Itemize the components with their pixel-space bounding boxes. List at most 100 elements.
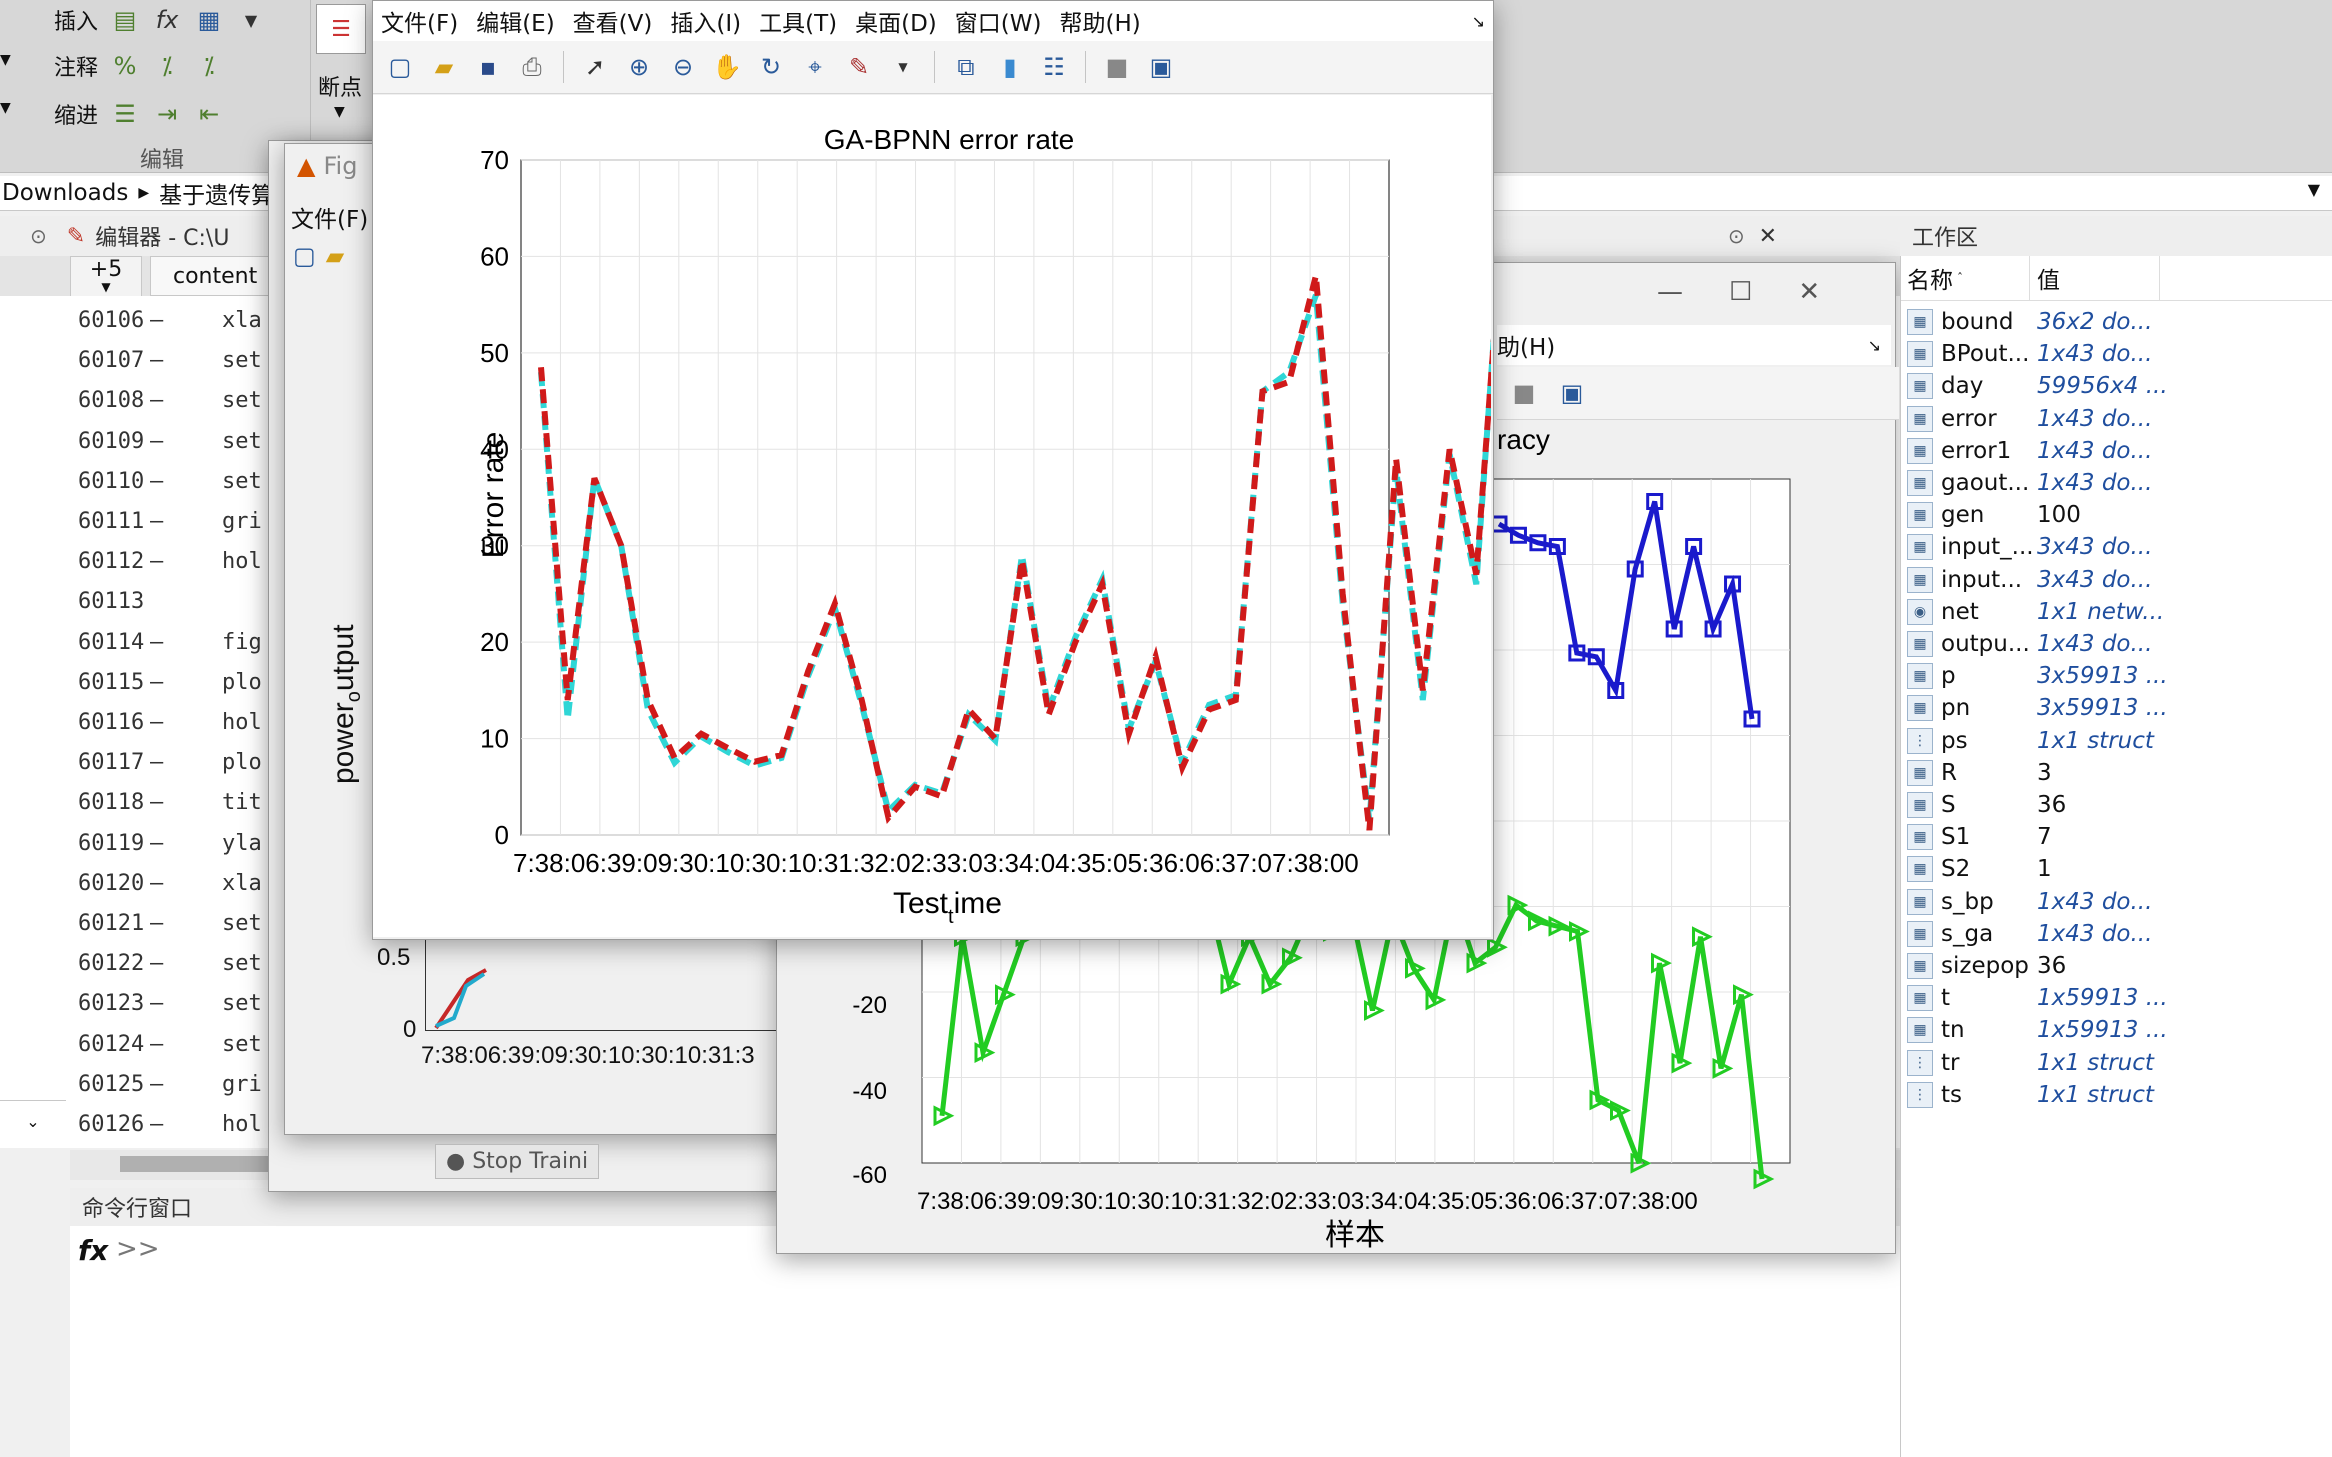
code-text[interactable]: xla	[222, 308, 262, 333]
code-text[interactable]: tit	[222, 790, 262, 815]
figure-window-front[interactable]: 文件(F) 编辑(E) 查看(V) 插入(I) 工具(T) 桌面(D) 窗口(W…	[372, 0, 1494, 940]
insert-figure-icon[interactable]: ▦	[194, 5, 224, 35]
menu-edit[interactable]: 编辑(E)	[476, 4, 554, 38]
brush-icon[interactable]: ✎	[840, 48, 878, 86]
line-marker[interactable]: —	[150, 951, 163, 976]
code-text[interactable]: set	[222, 911, 262, 936]
insert-button[interactable]: 插入	[54, 4, 98, 36]
show-plot-tools-icon[interactable]: ▣	[1142, 48, 1180, 86]
hide-plot-tools-icon[interactable]: ■	[1098, 48, 1136, 86]
ribbon-left-chevron-icon[interactable]: ▼	[0, 52, 11, 68]
workspace-variable-row[interactable]: ▦ error1 1x43 do...	[1901, 435, 2332, 467]
workspace-variable-row[interactable]: ⋮ tr 1x1 struct	[1901, 1047, 2332, 1079]
workspace-variable-row[interactable]: ⋮ ps 1x1 struct	[1901, 725, 2332, 757]
legend-icon[interactable]: ☷	[1035, 48, 1073, 86]
minimize-icon[interactable]: —	[1657, 277, 1683, 307]
line-number[interactable]: 60117	[78, 750, 144, 775]
line-number[interactable]: 60108	[78, 388, 144, 413]
line-number[interactable]: 60122	[78, 951, 144, 976]
menu-view[interactable]: 查看(V)	[573, 4, 653, 38]
line-number[interactable]: 60110	[78, 469, 144, 494]
select-pointer-icon[interactable]: ➚	[576, 48, 614, 86]
line-marker[interactable]: —	[150, 630, 163, 655]
breakpoint-label[interactable]: 断点	[318, 70, 362, 102]
line-number[interactable]: 60118	[78, 790, 144, 815]
line-marker[interactable]: —	[150, 831, 163, 856]
line-number[interactable]: 60124	[78, 1032, 144, 1057]
workspace-variable-row[interactable]: ▦ pn 3x59913 ...	[1901, 692, 2332, 724]
line-number[interactable]: 60126	[78, 1112, 144, 1137]
line-number[interactable]: 60120	[78, 871, 144, 896]
line-marker[interactable]: —	[150, 991, 163, 1016]
fx-icon[interactable]: fx	[78, 1234, 108, 1267]
comment-button[interactable]: 注释	[54, 50, 98, 82]
comment-percent-icon[interactable]: %	[110, 51, 140, 81]
code-text[interactable]: gri	[222, 1072, 262, 1097]
line-marker[interactable]: —	[150, 710, 163, 735]
workspace-variable-row[interactable]: ▦ day 59956x4 ...	[1901, 370, 2332, 402]
code-text[interactable]: xla	[222, 871, 262, 896]
workspace-variable-row[interactable]: ▦ input... 3x43 do...	[1901, 564, 2332, 596]
indent-button[interactable]: 缩进	[54, 98, 98, 130]
stop-training-button[interactable]: ● Stop Traini	[435, 1144, 600, 1179]
tab-content[interactable]: content	[150, 256, 280, 296]
workspace-col-value[interactable]: 值	[2037, 261, 2060, 295]
editor-panel-menu-icon[interactable]: ⊙	[1728, 224, 1745, 248]
code-text[interactable]: set	[222, 388, 262, 413]
open-file-icon[interactable]: ▰	[326, 242, 344, 270]
uncomment-icon[interactable]: ⁒	[152, 51, 182, 81]
editor-collapse-icon[interactable]: ⊙	[30, 224, 47, 248]
code-text[interactable]: hol	[222, 710, 262, 735]
figure-mid-dock-icon[interactable]: ↘	[1868, 336, 1881, 355]
code-text[interactable]: set	[222, 991, 262, 1016]
decrease-indent-icon[interactable]: ⇤	[194, 99, 224, 129]
line-number[interactable]: 60106	[78, 308, 144, 333]
workspace-variable-row[interactable]: ▦ R 3	[1901, 757, 2332, 789]
ribbon-left-chevron2-icon[interactable]: ▼	[0, 100, 11, 116]
breadcrumb-downloads[interactable]: Downloads	[2, 180, 128, 206]
code-text[interactable]: hol	[222, 549, 262, 574]
line-number[interactable]: 60121	[78, 911, 144, 936]
workspace-variable-row[interactable]: ▦ tn 1x59913 ...	[1901, 1014, 2332, 1046]
code-text[interactable]: fig	[222, 630, 262, 655]
code-text[interactable]: set	[222, 348, 262, 373]
workspace-panel[interactable]: 名称 ˆ 值 ▦ bound 36x2 do... ▦ BPout... 1x43 do.…	[1900, 256, 2332, 1457]
link-plot-icon[interactable]: ⧉	[947, 48, 985, 86]
line-number[interactable]: 60123	[78, 991, 144, 1016]
figure-back-menu-file[interactable]: 文件(F)	[291, 200, 368, 234]
rotate-3d-icon[interactable]: ↻	[752, 48, 790, 86]
show-plot-tools-icon[interactable]: ▣	[1553, 374, 1591, 412]
line-marker[interactable]: —	[150, 388, 163, 413]
line-marker[interactable]: —	[150, 308, 163, 333]
line-marker[interactable]: —	[150, 1072, 163, 1097]
workspace-variable-row[interactable]: ▦ S2 1	[1901, 853, 2332, 885]
menu-window[interactable]: 窗口(W)	[955, 4, 1042, 38]
line-marker[interactable]: —	[150, 871, 163, 896]
workspace-variable-row[interactable]: ▦ gaout... 1x43 do...	[1901, 467, 2332, 499]
function-icon[interactable]: fx	[152, 5, 182, 35]
zoom-in-icon[interactable]: ⊕	[620, 48, 658, 86]
code-text[interactable]: set	[222, 469, 262, 494]
line-marker[interactable]: —	[150, 670, 163, 695]
pan-hand-icon[interactable]: ✋	[708, 48, 746, 86]
new-figure-icon[interactable]: ▢	[381, 48, 419, 86]
workspace-variable-row[interactable]: ▦ error 1x43 do...	[1901, 403, 2332, 435]
line-marker[interactable]: —	[150, 348, 163, 373]
workspace-variable-row[interactable]: ▦ outpu... 1x43 do...	[1901, 628, 2332, 660]
code-text[interactable]: set	[222, 1032, 262, 1057]
maximize-icon[interactable]: ☐	[1729, 277, 1752, 307]
editor-close-icon[interactable]: ✕	[1759, 224, 1777, 249]
more-tabs-button[interactable]: +5 ▼	[70, 256, 142, 298]
line-number[interactable]: 60115	[78, 670, 144, 695]
print-icon[interactable]: ⎙	[513, 48, 551, 86]
open-file-icon[interactable]: ▰	[425, 48, 463, 86]
sort-indicator-icon[interactable]: ˆ	[1957, 271, 1963, 285]
menu-desktop[interactable]: 桌面(D)	[855, 4, 937, 38]
workspace-variable-row[interactable]: ▦ gen 100	[1901, 499, 2332, 531]
code-text[interactable]: set	[222, 429, 262, 454]
workspace-variable-row[interactable]: ▦ S 36	[1901, 789, 2332, 821]
workspace-variable-row[interactable]: ▦ bound 36x2 do...	[1901, 306, 2332, 338]
workspace-variable-row[interactable]: ▦ sizepop 36	[1901, 950, 2332, 982]
line-marker[interactable]: —	[150, 509, 163, 534]
line-marker[interactable]: —	[150, 1032, 163, 1057]
